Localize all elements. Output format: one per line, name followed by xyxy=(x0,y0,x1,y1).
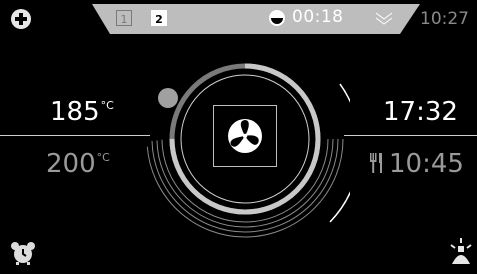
fan-icon xyxy=(228,119,262,153)
plus-circle-icon xyxy=(11,9,31,29)
program-tab-2[interactable]: 2 xyxy=(151,10,167,26)
right-divider xyxy=(344,135,477,136)
collapse-button[interactable] xyxy=(374,10,394,26)
target-temperature[interactable]: 200°C xyxy=(46,149,110,179)
left-divider xyxy=(0,135,150,136)
end-time-arc xyxy=(329,83,350,223)
add-button[interactable] xyxy=(10,8,32,30)
temperature-knob xyxy=(158,88,178,108)
program-tab-1[interactable]: 1 xyxy=(116,10,132,26)
target-temperature-unit: °C xyxy=(96,151,110,164)
chevron-double-down-icon xyxy=(375,12,393,25)
timer-value: 00:18 xyxy=(292,7,344,27)
current-temperature-value: 185 xyxy=(50,97,100,127)
clock: 10:27 xyxy=(420,9,469,29)
alarm-button[interactable] xyxy=(10,240,36,266)
light-button[interactable] xyxy=(448,236,474,268)
current-temperature-unit: °C xyxy=(100,99,114,112)
current-temperature[interactable]: 185°C xyxy=(50,97,114,127)
target-temperature-value: 200 xyxy=(46,149,96,179)
oven-screen: 1 2 00:18 10:27 185°C 200°C 17:32 10:45 xyxy=(0,0,477,274)
pie-clock-icon xyxy=(269,10,285,26)
cook-time[interactable]: 10:45 xyxy=(389,149,464,179)
lamp-icon xyxy=(450,238,472,264)
end-time[interactable]: 17:32 xyxy=(383,97,458,127)
program-tab-2-label: 2 xyxy=(155,13,163,26)
program-tab-1-label: 1 xyxy=(120,13,128,26)
timer-button[interactable] xyxy=(268,9,286,27)
alarm-clock-icon xyxy=(11,242,35,265)
mode-fan-button[interactable] xyxy=(213,105,277,167)
fork-knife-icon xyxy=(368,151,386,175)
